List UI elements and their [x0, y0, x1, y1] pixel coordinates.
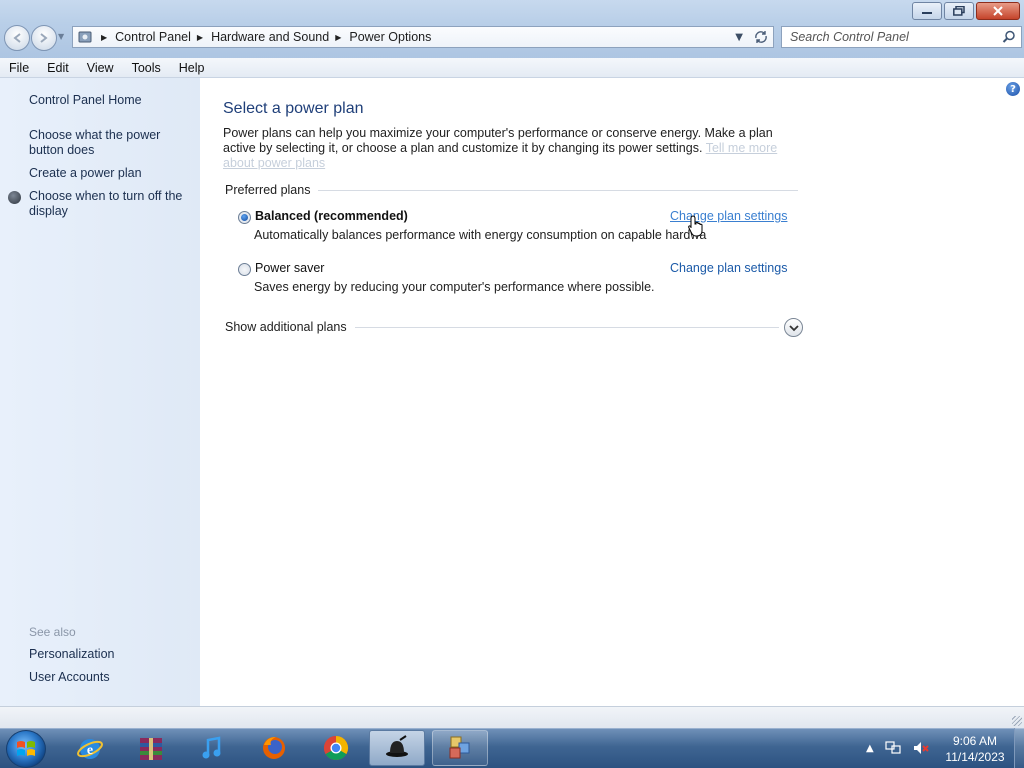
- plan-description-balanced: Automatically balances performance with …: [254, 228, 707, 242]
- hand-cursor-icon: [688, 215, 703, 237]
- balanced-radio[interactable]: [238, 211, 251, 224]
- close-icon[interactable]: [976, 2, 1020, 20]
- shield-icon: [8, 191, 21, 204]
- taskbar-chrome[interactable]: [308, 730, 364, 766]
- intro-body: Power plans can help you maximize your c…: [223, 126, 773, 155]
- chevron-right-icon[interactable]: ▶: [197, 33, 203, 42]
- status-bar: [0, 706, 1024, 728]
- power-saver-radio[interactable]: [238, 263, 251, 276]
- search-input[interactable]: Search Control Panel: [781, 26, 1022, 48]
- resize-grip[interactable]: [1012, 716, 1022, 726]
- plan-name-balanced[interactable]: Balanced (recommended): [255, 209, 408, 223]
- back-button[interactable]: [4, 25, 30, 51]
- menu-view[interactable]: View: [78, 61, 123, 75]
- sidebar-item-turn-off-display[interactable]: Choose when to turn off the display: [29, 189, 197, 219]
- menu-file[interactable]: File: [0, 61, 38, 75]
- taskbar-firefox[interactable]: [246, 730, 302, 766]
- minimize-icon[interactable]: [912, 2, 942, 20]
- arrow-left-icon: [13, 33, 21, 43]
- window-chrome: ▼ ▶ Control Panel ▶ Hardware and Sound ▶…: [0, 0, 1024, 58]
- sidebar-item-personalization[interactable]: Personalization: [29, 647, 197, 662]
- main-content: ? Select a power plan Power plans can he…: [200, 78, 1024, 706]
- see-also-label: See also: [29, 625, 76, 639]
- control-panel-icon: [449, 736, 470, 759]
- volume-muted-icon[interactable]: [912, 740, 930, 756]
- breadcrumb-power-options[interactable]: Power Options: [349, 30, 431, 44]
- preferred-plans-label: Preferred plans: [225, 183, 319, 197]
- internet-explorer-icon: e: [77, 739, 103, 759]
- windows-logo-icon: [17, 741, 35, 756]
- itunes-icon: [202, 736, 221, 759]
- taskbar-winrar[interactable]: [123, 730, 179, 766]
- chevron-right-icon[interactable]: ▶: [335, 33, 341, 42]
- taskbar-control-panel[interactable]: [432, 730, 488, 766]
- sidebar: Control Panel Home Choose what the power…: [0, 78, 200, 706]
- control-panel-icon: [75, 27, 95, 47]
- chevron-down-icon: [788, 324, 799, 331]
- plan-description-power-saver: Saves energy by reducing your computer's…: [254, 280, 655, 294]
- sidebar-item-power-button[interactable]: Choose what the power button does: [29, 128, 197, 158]
- system-tray: ▲: [866, 732, 930, 764]
- window-controls: [912, 2, 1020, 20]
- show-hidden-icons-icon[interactable]: ▲: [866, 743, 874, 754]
- sidebar-item-create-power-plan[interactable]: Create a power plan: [29, 166, 197, 181]
- start-button[interactable]: [6, 730, 46, 768]
- firefox-icon: [263, 737, 285, 759]
- sidebar-item-user-accounts[interactable]: User Accounts: [29, 670, 197, 685]
- clock-time: 9:06 AM: [952, 734, 998, 748]
- search-placeholder: Search Control Panel: [790, 30, 909, 44]
- intro-text: Power plans can help you maximize your c…: [223, 126, 803, 171]
- sidebar-item-control-panel-home[interactable]: Control Panel Home: [29, 93, 197, 108]
- taskbar-itunes[interactable]: [184, 730, 240, 766]
- clock-date: 11/14/2023: [945, 750, 1005, 764]
- svg-text:e: e: [87, 743, 93, 758]
- search-icon[interactable]: [1002, 30, 1016, 44]
- show-desktop-button[interactable]: [1014, 728, 1024, 768]
- address-bar[interactable]: ▶ Control Panel ▶ Hardware and Sound ▶ P…: [72, 26, 774, 48]
- menu-help[interactable]: Help: [170, 61, 214, 75]
- arrow-right-icon: [40, 33, 48, 43]
- bowler-hat-icon: [386, 735, 408, 757]
- network-icon[interactable]: [884, 740, 902, 756]
- winrar-icon: [140, 738, 162, 760]
- power-saver-change-settings-link[interactable]: Change plan settings: [670, 261, 787, 275]
- plan-name-power-saver[interactable]: Power saver: [255, 261, 324, 275]
- chevron-right-icon[interactable]: ▶: [101, 33, 107, 42]
- show-additional-plans-label[interactable]: Show additional plans: [225, 320, 355, 334]
- taskbar-clock[interactable]: 9:06 AM 11/14/2023: [940, 733, 1010, 765]
- breadcrumb-control-panel[interactable]: Control Panel: [115, 30, 191, 44]
- taskbar-bowler-app[interactable]: [369, 730, 425, 766]
- forward-button[interactable]: [31, 25, 57, 51]
- chrome-icon: [323, 736, 349, 761]
- expand-additional-plans-button[interactable]: [784, 318, 803, 337]
- help-icon[interactable]: ?: [1006, 82, 1020, 96]
- refresh-icon[interactable]: [753, 29, 769, 45]
- page-title: Select a power plan: [223, 100, 364, 117]
- recent-pages-dropdown[interactable]: ▼: [58, 32, 64, 41]
- address-dropdown-icon[interactable]: ▼: [735, 32, 743, 43]
- breadcrumb-hardware-and-sound[interactable]: Hardware and Sound: [211, 30, 329, 44]
- menu-tools[interactable]: Tools: [123, 61, 170, 75]
- taskbar-internet-explorer[interactable]: e: [62, 730, 118, 766]
- menu-bar: File Edit View Tools Help: [0, 58, 1024, 78]
- restore-icon[interactable]: [944, 2, 974, 20]
- menu-edit[interactable]: Edit: [38, 61, 78, 75]
